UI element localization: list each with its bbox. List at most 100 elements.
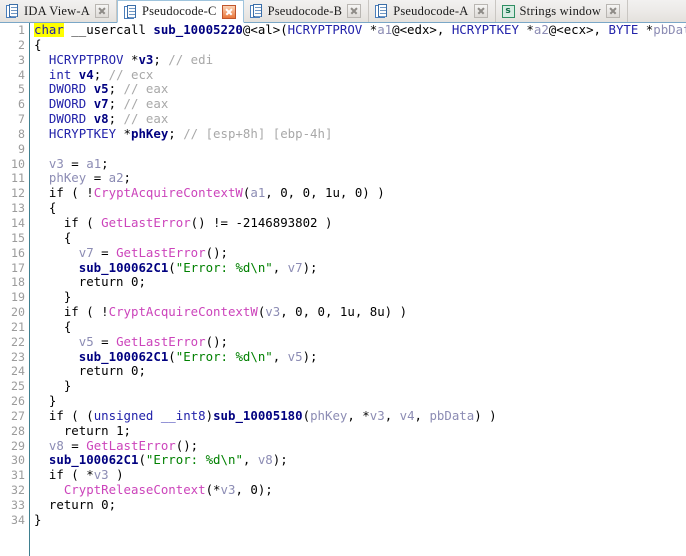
code-line[interactable]: 28 return 1; — [0, 424, 686, 439]
code-line[interactable]: 9 — [0, 142, 686, 157]
line-content: char __usercall sub_10005220@<al>(HCRYPT… — [29, 23, 686, 38]
code-line[interactable]: 17 sub_100062C1("Error: %d\n", v7); — [0, 261, 686, 276]
tab-label: Pseudocode-C — [142, 4, 217, 19]
code-line[interactable]: 5 DWORD v5; // eax — [0, 82, 686, 97]
code-line[interactable]: 21 { — [0, 320, 686, 335]
code-token — [34, 349, 79, 364]
pseudocode-editor[interactable]: 1char __usercall sub_10005220@<al>(HCRYP… — [0, 23, 686, 556]
code-line[interactable]: 20 if ( !CryptAcquireContextW(v3, 0, 0, … — [0, 305, 686, 320]
code-token: v7 — [288, 260, 303, 275]
tab-label: Strings window — [520, 4, 602, 19]
line-number: 16 — [0, 246, 29, 261]
code-token — [34, 67, 49, 82]
code-token: (); — [176, 438, 198, 453]
code-token: ) — [109, 467, 124, 482]
tab-strings-window[interactable]: sStrings window — [496, 0, 629, 22]
line-number: 34 — [0, 513, 29, 528]
code-line[interactable]: 19 } — [0, 290, 686, 305]
code-token: pbData — [429, 408, 474, 423]
code-token: CryptAcquireContextW — [109, 304, 258, 319]
code-line[interactable]: 3 HCRYPTPROV *v3; // edi — [0, 53, 686, 68]
close-icon[interactable] — [222, 5, 236, 19]
code-line[interactable]: 1char __usercall sub_10005220@<al>(HCRYP… — [0, 23, 686, 38]
tab-pseudocode-b[interactable]: Pseudocode-B — [244, 0, 370, 22]
code-line[interactable]: 6 DWORD v7; // eax — [0, 97, 686, 112]
code-line[interactable]: 24 return 0; — [0, 364, 686, 379]
code-line[interactable]: 12 if ( !CryptAcquireContextW(a1, 0, 0, … — [0, 186, 686, 201]
tab-ida-view-a[interactable]: IDA View-A — [0, 0, 117, 22]
code-token: v3 — [94, 467, 109, 482]
code-line[interactable]: 25 } — [0, 379, 686, 394]
code-line[interactable]: 11 phKey = a2; — [0, 171, 686, 186]
code-line[interactable]: 32 CryptReleaseContext(*v3, 0); — [0, 483, 686, 498]
code-token: a1 — [86, 156, 101, 171]
code-token: v5 — [79, 334, 94, 349]
close-icon[interactable] — [474, 4, 488, 18]
code-line[interactable]: 8 HCRYPTKEY *phKey; // [esp+8h] [ebp-4h] — [0, 127, 686, 142]
close-icon[interactable] — [606, 4, 620, 18]
code-token: if ( ! — [34, 185, 94, 200]
code-token: sub_100062C1 — [49, 452, 139, 467]
code-token: * — [362, 23, 377, 37]
code-token: 1u — [325, 185, 340, 200]
code-token: @<edx>, — [392, 23, 452, 37]
tab-pseudocode-c[interactable]: Pseudocode-C — [117, 0, 244, 23]
code-token: v8 — [258, 452, 273, 467]
line-content: } — [29, 290, 71, 305]
code-line[interactable]: 33 return 0; — [0, 498, 686, 513]
line-content: return 0; — [29, 498, 116, 513]
tab-bar-filler — [628, 0, 686, 22]
line-number: 23 — [0, 350, 29, 365]
code-token — [34, 245, 79, 260]
code-token: "Error: %d\n" — [176, 260, 273, 275]
code-line[interactable]: 29 v8 = GetLastError(); — [0, 439, 686, 454]
line-content: { — [29, 201, 56, 216]
code-line[interactable]: 26 } — [0, 394, 686, 409]
code-line[interactable]: 15 { — [0, 231, 686, 246]
code-token: phKey — [131, 126, 168, 141]
line-number: 10 — [0, 157, 29, 172]
code-token: // eax — [124, 81, 169, 96]
code-token: DWORD — [49, 111, 86, 126]
code-line[interactable]: 4 int v4; // ecx — [0, 68, 686, 83]
code-token: @<ecx>, — [549, 23, 609, 37]
tab-pseudocode-a[interactable]: Pseudocode-A — [369, 0, 495, 22]
line-content: HCRYPTPROV *v3; // edi — [29, 53, 213, 68]
code-token: v3 — [49, 156, 64, 171]
code-token: , — [273, 349, 288, 364]
code-line[interactable]: 30 sub_100062C1("Error: %d\n", v8); — [0, 453, 686, 468]
code-token: ; — [124, 423, 131, 438]
line-number: 15 — [0, 231, 29, 246]
code-line[interactable]: 2{ — [0, 38, 686, 53]
code-line[interactable]: 23 sub_100062C1("Error: %d\n", v5); — [0, 350, 686, 365]
code-line[interactable]: 31 if ( *v3 ) — [0, 468, 686, 483]
line-content: { — [29, 231, 71, 246]
code-token — [34, 96, 49, 111]
code-listing[interactable]: 1char __usercall sub_10005220@<al>(HCRYP… — [0, 23, 686, 528]
code-token: ; — [109, 96, 124, 111]
code-token: = — [64, 156, 86, 171]
line-number: 5 — [0, 82, 29, 97]
code-line[interactable]: 14 if ( GetLastError() != -2146893802 ) — [0, 216, 686, 231]
code-line[interactable]: 10 v3 = a1; — [0, 157, 686, 172]
code-line[interactable]: 27 if ( (unsigned __int8)sub_10005180(ph… — [0, 409, 686, 424]
code-token: v5 — [94, 81, 109, 96]
code-line[interactable]: 7 DWORD v8; // eax — [0, 112, 686, 127]
code-line[interactable]: 22 v5 = GetLastError(); — [0, 335, 686, 350]
code-token: DWORD — [49, 96, 86, 111]
code-token: , — [340, 185, 355, 200]
code-token: v8 — [49, 438, 64, 453]
code-line[interactable]: 18 return 0; — [0, 275, 686, 290]
code-token — [34, 438, 49, 453]
close-icon[interactable] — [95, 4, 109, 18]
code-token: * — [638, 23, 653, 37]
close-icon[interactable] — [347, 4, 361, 18]
code-token: = — [64, 438, 86, 453]
code-line[interactable]: 13 { — [0, 201, 686, 216]
line-number: 22 — [0, 335, 29, 350]
line-content: if ( !CryptAcquireContextW(v3, 0, 0, 1u,… — [29, 305, 407, 320]
line-number: 33 — [0, 498, 29, 513]
code-line[interactable]: 16 v7 = GetLastError(); — [0, 246, 686, 261]
code-line[interactable]: 34} — [0, 513, 686, 528]
code-token: HCRYPTPROV — [49, 52, 124, 67]
